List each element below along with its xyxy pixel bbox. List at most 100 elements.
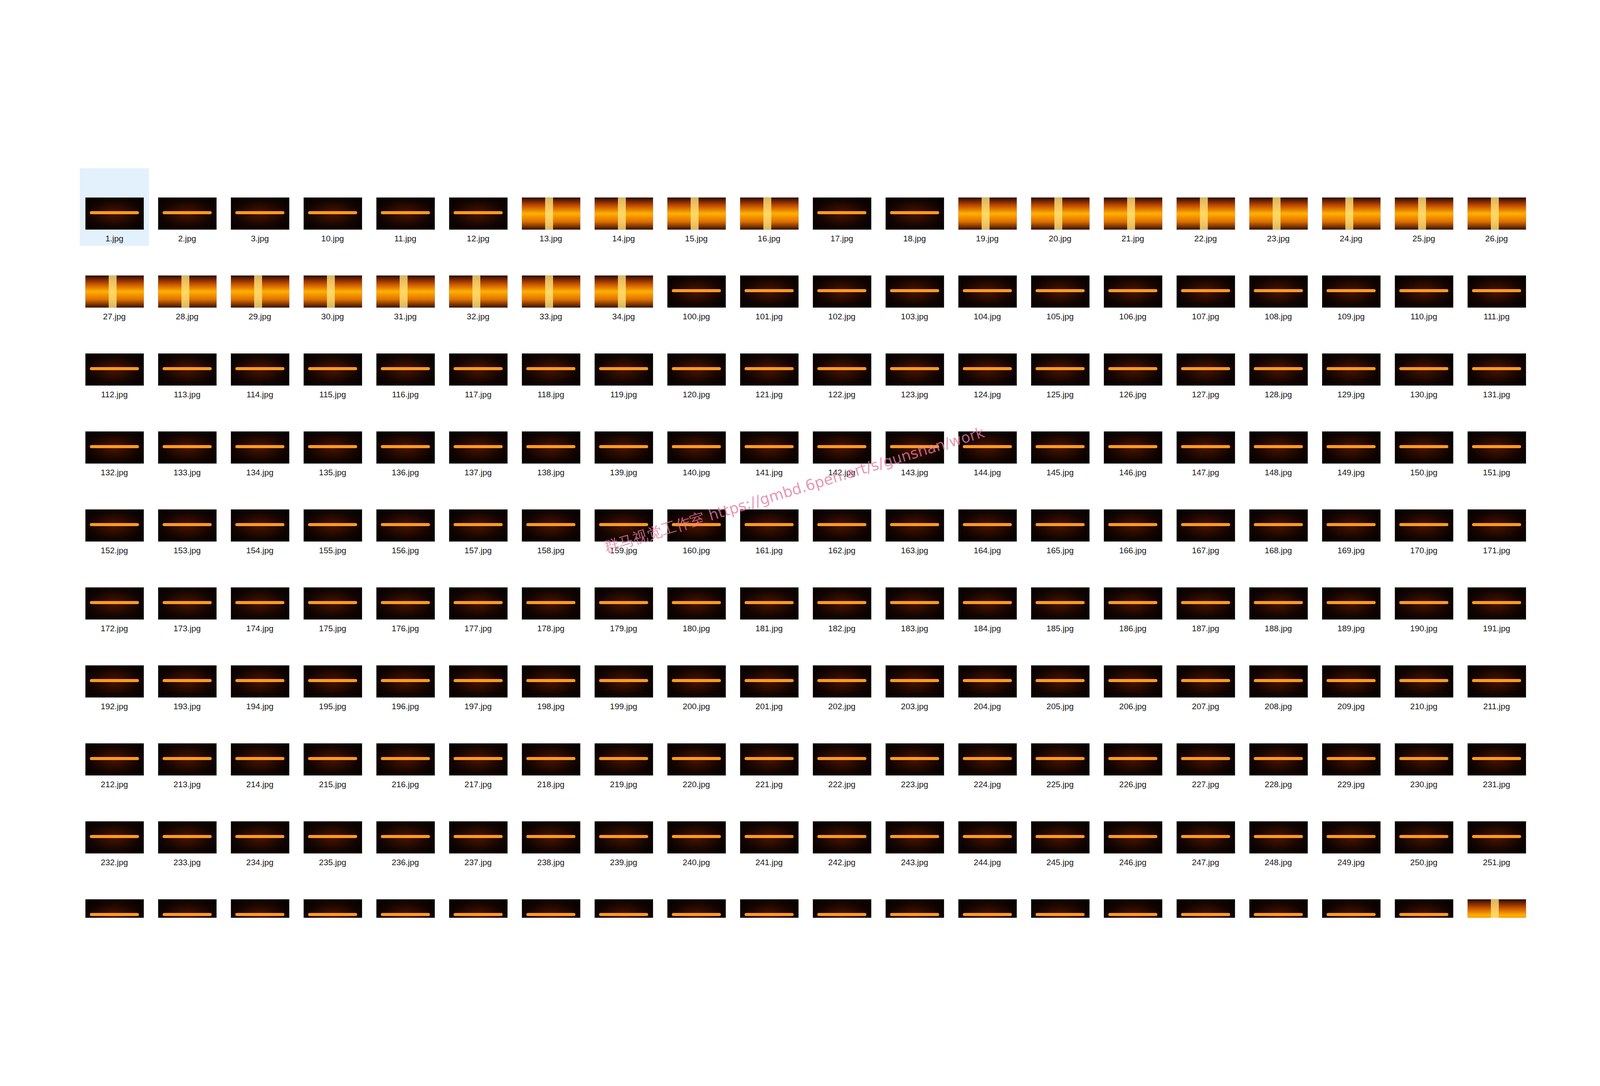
file-item[interactable]: [1098, 870, 1168, 919]
file-item[interactable]: 11.jpg: [370, 168, 440, 246]
file-item[interactable]: [661, 870, 731, 919]
file-item[interactable]: 121.jpg: [734, 324, 804, 402]
file-item[interactable]: [298, 870, 368, 919]
file-item[interactable]: 127.jpg: [1170, 324, 1241, 402]
file-item[interactable]: 180.jpg: [661, 558, 731, 636]
file-item[interactable]: 32.jpg: [443, 246, 513, 324]
file-item[interactable]: 170.jpg: [1389, 480, 1459, 558]
file-item[interactable]: 102.jpg: [807, 246, 877, 324]
file-item[interactable]: 169.jpg: [1316, 480, 1386, 558]
file-item[interactable]: [1461, 870, 1532, 919]
file-item[interactable]: 178.jpg: [516, 558, 586, 636]
file-item[interactable]: 3.jpg: [225, 168, 295, 246]
file-item[interactable]: 248.jpg: [1243, 792, 1313, 870]
file-item[interactable]: 2.jpg: [152, 168, 222, 246]
file-item[interactable]: 162.jpg: [807, 480, 877, 558]
file-item[interactable]: [225, 870, 295, 919]
file-item[interactable]: 213.jpg: [152, 714, 222, 792]
file-item[interactable]: 119.jpg: [588, 324, 659, 402]
file-item[interactable]: 143.jpg: [879, 402, 950, 480]
file-item[interactable]: 128.jpg: [1243, 324, 1313, 402]
file-item[interactable]: 225.jpg: [1025, 714, 1095, 792]
file-item[interactable]: 164.jpg: [952, 480, 1022, 558]
file-item[interactable]: 112.jpg: [79, 324, 150, 402]
file-item[interactable]: 250.jpg: [1389, 792, 1459, 870]
file-item[interactable]: [1316, 870, 1386, 919]
file-item[interactable]: 111.jpg: [1461, 246, 1532, 324]
file-item[interactable]: 137.jpg: [443, 402, 513, 480]
file-item[interactable]: 230.jpg: [1389, 714, 1459, 792]
file-item[interactable]: 191.jpg: [1461, 558, 1532, 636]
file-item[interactable]: 123.jpg: [879, 324, 950, 402]
file-item[interactable]: 106.jpg: [1098, 246, 1168, 324]
file-item[interactable]: 17.jpg: [807, 168, 877, 246]
file-item[interactable]: [1389, 870, 1459, 919]
file-item[interactable]: 26.jpg: [1461, 168, 1532, 246]
file-item[interactable]: 158.jpg: [516, 480, 586, 558]
file-item[interactable]: 228.jpg: [1243, 714, 1313, 792]
file-item[interactable]: 154.jpg: [225, 480, 295, 558]
file-item[interactable]: 247.jpg: [1170, 792, 1241, 870]
file-item[interactable]: 131.jpg: [1461, 324, 1532, 402]
file-item[interactable]: 13.jpg: [516, 168, 586, 246]
file-item[interactable]: 149.jpg: [1316, 402, 1386, 480]
file-item[interactable]: 206.jpg: [1098, 636, 1168, 714]
file-item[interactable]: 152.jpg: [79, 480, 150, 558]
file-item[interactable]: 242.jpg: [807, 792, 877, 870]
file-item[interactable]: 181.jpg: [734, 558, 804, 636]
file-item[interactable]: 184.jpg: [952, 558, 1022, 636]
file-item[interactable]: 237.jpg: [443, 792, 513, 870]
file-item[interactable]: 29.jpg: [225, 246, 295, 324]
file-item[interactable]: 171.jpg: [1461, 480, 1532, 558]
file-item[interactable]: 203.jpg: [879, 636, 950, 714]
file-item[interactable]: 15.jpg: [661, 168, 731, 246]
file-item[interactable]: 21.jpg: [1098, 168, 1168, 246]
file-item[interactable]: 194.jpg: [225, 636, 295, 714]
file-item[interactable]: 33.jpg: [516, 246, 586, 324]
file-item[interactable]: 20.jpg: [1025, 168, 1095, 246]
file-item[interactable]: 186.jpg: [1098, 558, 1168, 636]
file-item[interactable]: [1243, 870, 1313, 919]
file-item[interactable]: 210.jpg: [1389, 636, 1459, 714]
file-item[interactable]: 142.jpg: [807, 402, 877, 480]
file-item[interactable]: 246.jpg: [1098, 792, 1168, 870]
file-item[interactable]: 239.jpg: [588, 792, 659, 870]
file-item[interactable]: 205.jpg: [1025, 636, 1095, 714]
file-item[interactable]: 114.jpg: [225, 324, 295, 402]
file-item[interactable]: 120.jpg: [661, 324, 731, 402]
file-item[interactable]: 231.jpg: [1461, 714, 1532, 792]
file-item[interactable]: 27.jpg: [79, 246, 150, 324]
file-item[interactable]: 193.jpg: [152, 636, 222, 714]
file-item[interactable]: 245.jpg: [1025, 792, 1095, 870]
file-item[interactable]: 101.jpg: [734, 246, 804, 324]
file-item[interactable]: 208.jpg: [1243, 636, 1313, 714]
file-item[interactable]: 124.jpg: [952, 324, 1022, 402]
file-item[interactable]: 167.jpg: [1170, 480, 1241, 558]
file-item[interactable]: 216.jpg: [370, 714, 440, 792]
file-item[interactable]: 109.jpg: [1316, 246, 1386, 324]
file-item[interactable]: 179.jpg: [588, 558, 659, 636]
file-item[interactable]: 135.jpg: [298, 402, 368, 480]
file-item[interactable]: 141.jpg: [734, 402, 804, 480]
file-item[interactable]: 244.jpg: [952, 792, 1022, 870]
file-item[interactable]: 236.jpg: [370, 792, 440, 870]
file-item[interactable]: 10.jpg: [298, 168, 368, 246]
file-item[interactable]: 220.jpg: [661, 714, 731, 792]
file-item[interactable]: 202.jpg: [807, 636, 877, 714]
file-item[interactable]: 122.jpg: [807, 324, 877, 402]
file-item[interactable]: 209.jpg: [1316, 636, 1386, 714]
file-item[interactable]: 147.jpg: [1170, 402, 1241, 480]
file-item[interactable]: 108.jpg: [1243, 246, 1313, 324]
file-item[interactable]: 207.jpg: [1170, 636, 1241, 714]
file-item[interactable]: 226.jpg: [1098, 714, 1168, 792]
file-item[interactable]: 150.jpg: [1389, 402, 1459, 480]
file-item[interactable]: 138.jpg: [516, 402, 586, 480]
file-item[interactable]: 136.jpg: [370, 402, 440, 480]
file-item[interactable]: 34.jpg: [588, 246, 659, 324]
file-item[interactable]: 196.jpg: [370, 636, 440, 714]
file-item[interactable]: 189.jpg: [1316, 558, 1386, 636]
file-item[interactable]: 125.jpg: [1025, 324, 1095, 402]
file-item[interactable]: 212.jpg: [79, 714, 150, 792]
file-item[interactable]: 229.jpg: [1316, 714, 1386, 792]
file-item[interactable]: 201.jpg: [734, 636, 804, 714]
